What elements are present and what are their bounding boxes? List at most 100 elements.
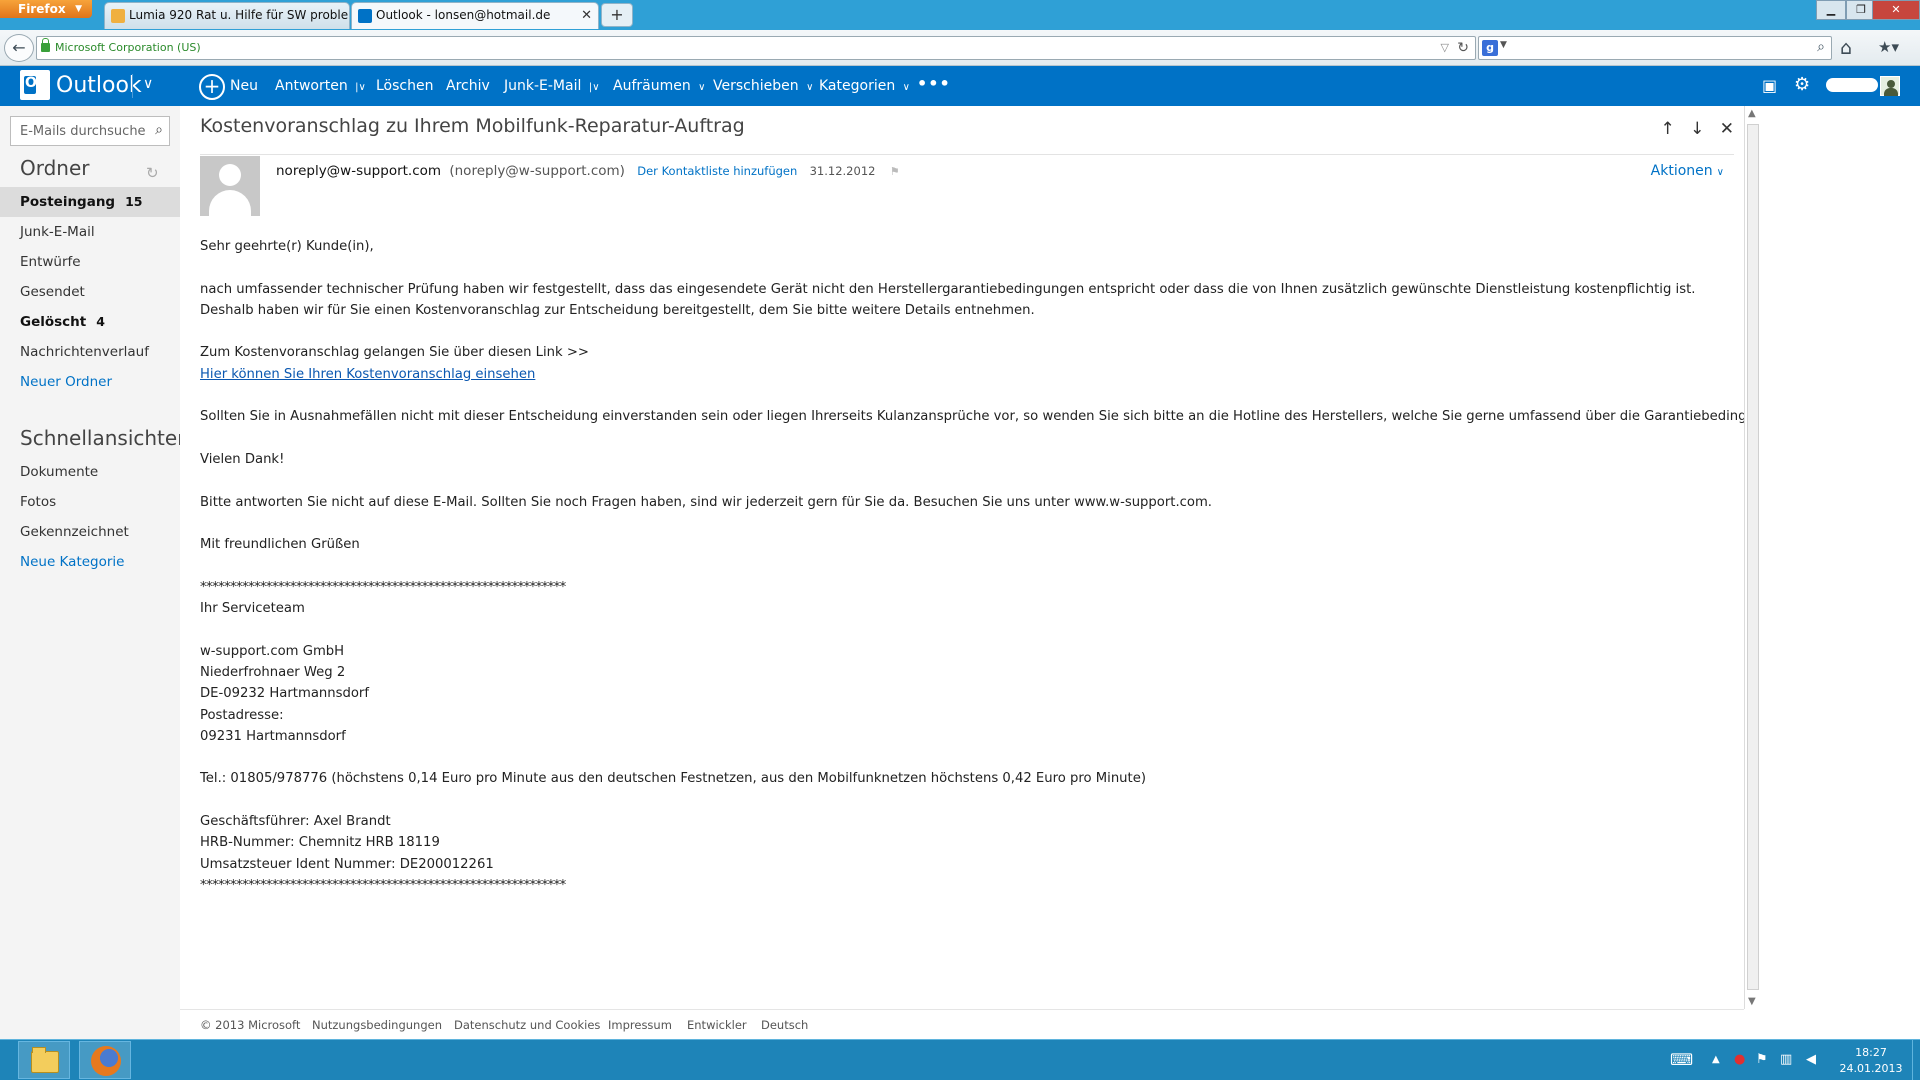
divider [132, 74, 133, 98]
actions-menu[interactable]: Aktionen ∨ [1651, 163, 1724, 179]
body-text: Deshalb haben wir für Sie einen Kostenvo… [200, 302, 1035, 318]
network-icon[interactable]: ▥ [1780, 1052, 1792, 1067]
move-label: Verschieben [713, 78, 799, 94]
folder-label: Gelöscht [20, 314, 87, 330]
tab-lumia[interactable]: Lumia 920 Rat u. Hilfe für SW proble... [104, 2, 350, 29]
sidebar-item-junk[interactable]: Junk-E-Mail [0, 217, 180, 247]
more-commands-button[interactable]: ••• [917, 74, 951, 93]
home-icon[interactable]: ⌂ [1840, 37, 1852, 59]
chevron-down-icon[interactable]: ▼ [1500, 40, 1507, 50]
google-engine-icon[interactable]: g [1482, 40, 1498, 56]
close-window-button[interactable]: ✕ [1872, 0, 1920, 20]
chevron-down-icon[interactable]: |∨ [355, 82, 366, 93]
message-date: 31.12.2012 [809, 164, 876, 178]
sweep-button[interactable]: Aufräumen ∨ [613, 78, 706, 94]
new-tab-button[interactable]: + [601, 3, 633, 27]
junk-button[interactable]: Junk-E-Mail |∨ [504, 78, 600, 94]
tab-label: Lumia 920 Rat u. Hilfe für SW proble... [129, 8, 350, 22]
reply-button[interactable]: Antworten |∨ [275, 78, 366, 94]
sidebar-item-sent[interactable]: Gesendet [0, 277, 180, 307]
arrow-down-icon[interactable]: ↓ [1690, 119, 1704, 139]
signature-separator: ****************************************… [200, 579, 566, 595]
categories-button[interactable]: Kategorien ∨ [819, 78, 910, 94]
firefox-menu-button[interactable]: Firefox ▼ [0, 0, 92, 18]
sweep-label: Aufräumen [613, 78, 691, 94]
reading-pane-scrollbar[interactable]: ▲ ▼ [1744, 106, 1762, 1009]
lock-icon [41, 38, 50, 52]
action-center-icon[interactable]: ⚑ [1756, 1052, 1768, 1067]
keyboard-icon[interactable]: ⌨ [1670, 1050, 1693, 1069]
security-alert-icon[interactable]: ● [1734, 1052, 1745, 1067]
close-icon[interactable]: ✕ [1720, 119, 1734, 139]
quick-views-heading[interactable]: Schnellansichten [20, 426, 190, 450]
gear-icon[interactable]: ⚙ [1794, 74, 1810, 95]
messenger-icon[interactable]: ▣ [1762, 76, 1777, 95]
delete-button[interactable]: Löschen [376, 78, 433, 94]
forum-favicon-icon [111, 9, 125, 23]
sender-address: (noreply@w-support.com) [449, 163, 625, 179]
chevron-down-icon[interactable]: |∨ [589, 82, 600, 93]
site-identity-label: Microsoft Corporation (US) [55, 41, 201, 54]
scroll-down-icon[interactable]: ▼ [1748, 996, 1756, 1007]
add-to-contacts-link[interactable]: Der Kontaktliste hinzufügen [637, 164, 797, 178]
sidebar-item-photos[interactable]: Fotos [0, 487, 180, 517]
quick-view-label: Gekennzeichnet [20, 524, 129, 540]
search-icon[interactable]: ⌕ [1817, 39, 1825, 55]
sidebar-item-documents[interactable]: Dokumente [0, 457, 180, 487]
body-text: nach umfassender technischer Prüfung hab… [200, 281, 1696, 297]
folders-heading[interactable]: Ordner [20, 156, 90, 180]
chevron-up-icon[interactable]: ▲ [1712, 1054, 1720, 1065]
user-name-redacted[interactable] [1826, 78, 1878, 92]
search-icon[interactable]: ⌕ [155, 122, 163, 138]
archive-button[interactable]: Archiv [446, 78, 490, 94]
message-body: Sehr geehrte(r) Kunde(in), nach umfassen… [200, 236, 1744, 896]
flag-icon[interactable]: ⚑ [890, 165, 900, 178]
taskbar-clock[interactable]: 18:27 24.01.2013 [1836, 1045, 1906, 1077]
address-bar[interactable]: Microsoft Corporation (US) ▽ ↻ [36, 36, 1476, 60]
show-desktop-button[interactable] [1912, 1040, 1920, 1080]
scroll-thumb[interactable] [1747, 124, 1759, 990]
reading-pane: Kostenvoranschlag zu Ihrem Mobilfunk-Rep… [180, 106, 1744, 1009]
mail-search-input[interactable] [11, 117, 145, 145]
back-button[interactable]: ← [4, 34, 34, 62]
outlook-brand[interactable]: Outlook [56, 73, 142, 98]
reload-icon[interactable]: ↻ [1457, 38, 1469, 58]
developers-link[interactable]: Entwickler [687, 1018, 747, 1032]
tab-outlook[interactable]: Outlook - lonsen@hotmail.de ✕ [351, 2, 599, 29]
language-link[interactable]: Deutsch [761, 1018, 808, 1032]
url-history-dropdown-icon[interactable]: ▽ [1441, 38, 1449, 58]
message-subject: Kostenvoranschlag zu Ihrem Mobilfunk-Rep… [200, 115, 745, 137]
minimize-button[interactable]: ▁ [1816, 0, 1846, 20]
sidebar-item-deleted[interactable]: Gelöscht 4 [0, 307, 180, 337]
browser-search-bar[interactable]: g ▼ ⌕ [1478, 36, 1832, 60]
sidebar-item-conversation-history[interactable]: Nachrichtenverlauf [0, 337, 180, 367]
move-button[interactable]: Verschieben ∨ [713, 78, 813, 94]
scroll-up-icon[interactable]: ▲ [1748, 108, 1756, 119]
arrow-up-icon[interactable]: ↑ [1660, 119, 1674, 139]
new-folder-link[interactable]: Neuer Ordner [0, 367, 180, 397]
sidebar-item-inbox[interactable]: Posteingang 15 [0, 187, 180, 217]
site-identity[interactable]: Microsoft Corporation (US) [41, 38, 201, 56]
refresh-icon[interactable]: ↻ [146, 164, 159, 182]
imprint-link[interactable]: Impressum [608, 1018, 672, 1032]
terms-link[interactable]: Nutzungsbedingungen [312, 1018, 442, 1032]
sender-name[interactable]: noreply@w-support.com [276, 163, 441, 179]
mail-search-box[interactable]: ⌕ [10, 116, 170, 146]
app-switcher-chevron-icon[interactable]: ∨ [143, 76, 153, 92]
estimate-link[interactable]: Hier können Sie Ihren Kostenvoranschlag … [200, 367, 535, 382]
folder-label: Junk-E-Mail [20, 224, 95, 240]
close-tab-icon[interactable]: ✕ [581, 3, 592, 28]
avatar[interactable] [1880, 76, 1900, 96]
bookmarks-icon[interactable]: ★▾ [1878, 38, 1899, 56]
taskbar-firefox[interactable] [79, 1041, 131, 1079]
volume-icon[interactable]: ◀ [1806, 1052, 1816, 1067]
unread-count: 4 [96, 314, 105, 329]
sidebar-item-flagged[interactable]: Gekennzeichnet [0, 517, 180, 547]
new-category-link[interactable]: Neue Kategorie [0, 547, 180, 577]
privacy-link[interactable]: Datenschutz und Cookies [454, 1018, 600, 1032]
taskbar-explorer[interactable] [18, 1041, 70, 1079]
new-button[interactable]: Neu [230, 78, 258, 94]
body-text: Zum Kostenvoranschlag gelangen Sie über … [200, 345, 589, 361]
new-plus-icon[interactable]: + [199, 74, 225, 100]
sidebar-item-drafts[interactable]: Entwürfe [0, 247, 180, 277]
